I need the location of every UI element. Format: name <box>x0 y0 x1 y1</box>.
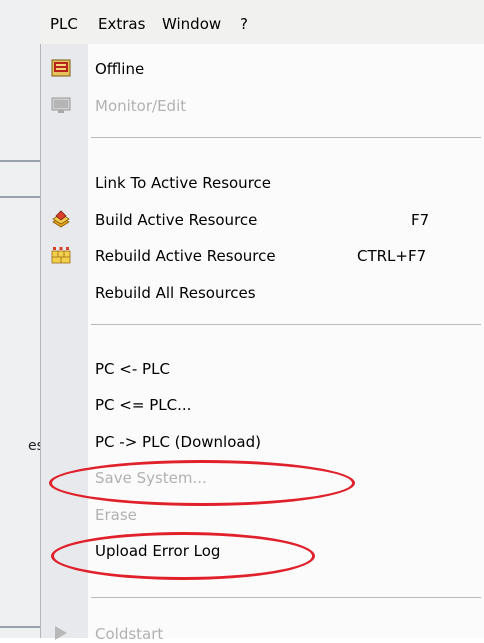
shortcut-rebuild: CTRL+F7 <box>357 247 427 265</box>
menu-help[interactable]: ? <box>236 13 252 35</box>
menu-item-rebuild-active-resource[interactable]: Rebuild Active Resource <box>95 247 276 265</box>
monitor-edit-icon <box>51 97 71 113</box>
menu-bar: PLC Extras Window ? <box>40 0 484 45</box>
menu-separator <box>91 324 481 325</box>
build-icon <box>52 210 70 228</box>
menu-item-coldstart: Coldstart <box>95 625 164 643</box>
menu-item-monitor-edit: Monitor/Edit <box>95 97 187 115</box>
rebuild-icon <box>51 247 71 264</box>
background-divider <box>0 196 40 198</box>
menu-separator <box>91 137 481 138</box>
menu-separator <box>91 597 481 598</box>
highlight-circle-save-system <box>49 460 355 506</box>
menu-extras[interactable]: Extras <box>94 13 149 35</box>
coldstart-icon <box>55 626 67 640</box>
menu-item-build-active-resource[interactable]: Build Active Resource <box>95 211 257 229</box>
offline-icon <box>51 59 71 77</box>
menu-item-link-active-resource[interactable]: Link To Active Resource <box>95 174 271 192</box>
background-divider <box>0 160 40 162</box>
menu-item-rebuild-all-resources[interactable]: Rebuild All Resources <box>95 284 256 302</box>
background-divider <box>0 626 40 628</box>
menu-item-pc-from-plc[interactable]: PC <- PLC <box>95 360 170 378</box>
shortcut-build: F7 <box>411 211 430 229</box>
menu-item-pc-compare-plc[interactable]: PC <= PLC... <box>95 396 191 414</box>
menu-item-offline[interactable]: Offline <box>95 60 144 78</box>
highlight-circle-upload-error-log <box>51 532 315 580</box>
menu-plc[interactable]: PLC <box>46 13 82 35</box>
background-application: es <box>0 0 44 638</box>
menu-item-download[interactable]: PC -> PLC (Download) <box>95 433 261 451</box>
menu-window[interactable]: Window <box>158 13 225 35</box>
plc-dropdown-menu: Offline Monitor/Edit Link To Active Reso… <box>40 44 484 643</box>
menu-item-erase: Erase <box>95 506 137 524</box>
